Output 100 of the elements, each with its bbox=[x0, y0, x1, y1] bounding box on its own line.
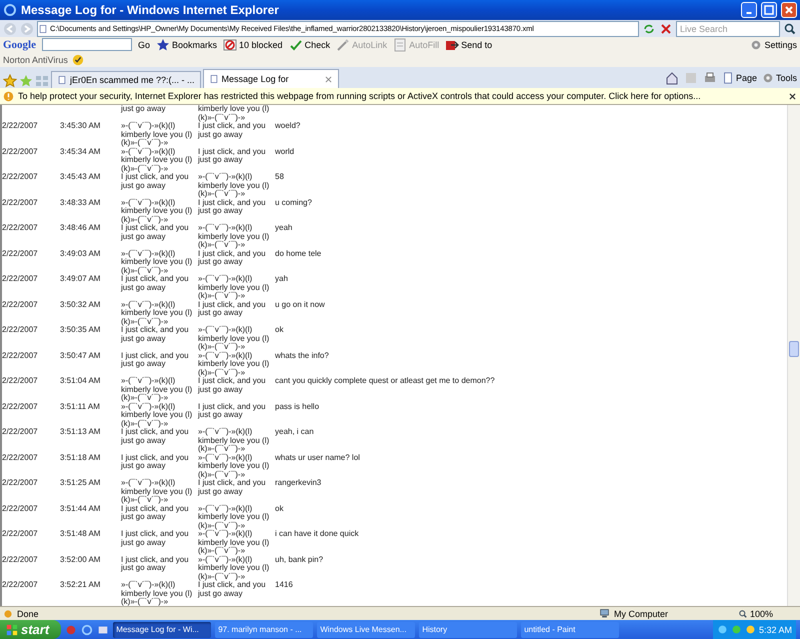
maximize-button[interactable] bbox=[761, 2, 777, 18]
log-cell-text: »-(¯`v´¯)-»(k)(l) kimberly love you (l) (k)»-(¯`v´¯)-» bbox=[198, 352, 270, 377]
start-button[interactable]: start bbox=[0, 620, 62, 639]
log-cell-text: I just click, and you just go away bbox=[121, 504, 190, 523]
search-icon[interactable] bbox=[783, 22, 797, 36]
log-cell-text: 3:45:30 AM bbox=[60, 122, 102, 132]
toolbar-button[interactable]: Send to bbox=[445, 38, 492, 52]
log-cell-text: 2/22/2007 bbox=[2, 504, 39, 514]
log-cell-text: I just click, and you just go away bbox=[198, 198, 267, 217]
log-cell-text: 2/22/2007 bbox=[2, 275, 39, 285]
log-cell-text: I just click, and you just go away bbox=[121, 326, 190, 345]
close-icon[interactable] bbox=[788, 92, 797, 100]
zoom-button[interactable]: 100% bbox=[738, 608, 773, 618]
close-button[interactable] bbox=[781, 2, 797, 18]
log-cell-text: u coming? bbox=[275, 198, 313, 209]
taskbar-button[interactable]: Windows Live Messen... bbox=[317, 622, 416, 638]
log-cell-text: 3:52:00 AM bbox=[60, 556, 102, 566]
taskbar-button[interactable]: History bbox=[419, 622, 518, 638]
browser-icon bbox=[3, 3, 17, 17]
log-cell-text: woeld? bbox=[275, 122, 302, 132]
tray-icon[interactable] bbox=[730, 624, 742, 635]
close-icon bbox=[784, 5, 794, 15]
browser-icon[interactable] bbox=[81, 624, 94, 636]
scrollbar[interactable] bbox=[787, 105, 800, 606]
status-text: Done bbox=[17, 608, 40, 618]
window-icon[interactable] bbox=[97, 624, 110, 636]
log-cell-text: 2/22/2007 bbox=[2, 173, 39, 183]
log-cell-text: ok bbox=[275, 326, 284, 336]
page-icon bbox=[208, 74, 219, 84]
log-cell-text: 3:51:04 AM bbox=[60, 377, 102, 387]
log-cell-text: I just click, and you just go away bbox=[198, 581, 267, 600]
tray-icon[interactable] bbox=[744, 624, 756, 635]
taskbar-button[interactable]: untitled - Paint bbox=[521, 622, 620, 638]
log-cell-text: yah bbox=[275, 275, 289, 285]
log-cell-text: 2/22/2007 bbox=[2, 198, 39, 208]
toolbar-label: Norton AntiVirus bbox=[3, 54, 68, 64]
page-icon bbox=[722, 72, 734, 84]
log-cell-text: cant you quickly complete quest or atleast get me to demon?? bbox=[275, 377, 496, 387]
log-cell-text: 2/22/2007 bbox=[2, 326, 39, 336]
go-button[interactable]: Go bbox=[138, 40, 150, 50]
log-cell-text: 3:48:46 AM bbox=[60, 224, 102, 234]
information-bar[interactable]: To help protect your security, Internet Explorer has restricted this webpage from running scripts or ActiveX controls that could access your computer. Click here for options... bbox=[0, 88, 800, 105]
log-cell-text: »-(¯`v´¯)-»(k)(l) kimberly love you (l) (k)»-(¯`v´¯)-» bbox=[198, 173, 270, 198]
log-cell-text: u go on it now bbox=[275, 300, 326, 311]
spellcheck-icon[interactable] bbox=[288, 38, 303, 52]
log-cell-text: 3:51:48 AM bbox=[60, 530, 102, 540]
blocked-popup-icon[interactable] bbox=[223, 38, 238, 52]
log-cell-text: 58 bbox=[275, 173, 285, 183]
log-cell-text: 3:49:07 AM bbox=[60, 275, 102, 285]
star-icon[interactable] bbox=[156, 38, 170, 52]
page-icon bbox=[57, 75, 67, 85]
log-cell-text: 3:49:03 AM bbox=[60, 250, 102, 260]
home-icon[interactable] bbox=[664, 70, 679, 84]
log-cell-text: »-(¯`v´¯)-»(k)(l) kimberly love you (l) (k)»-(¯`v´¯)-» bbox=[121, 377, 194, 402]
log-cell-text: I just click, and you just go away bbox=[121, 173, 190, 192]
log-cell-text: whats the info? bbox=[275, 352, 330, 362]
shield-icon[interactable] bbox=[72, 54, 84, 66]
minimize-icon bbox=[746, 12, 752, 14]
log-cell-text: 2/22/2007 bbox=[2, 377, 39, 387]
log-cell-text: 2/22/2007 bbox=[2, 581, 39, 591]
log-cell-text: I just click, and you just go away bbox=[198, 122, 267, 141]
settings-button[interactable]: Settings bbox=[750, 38, 797, 50]
clock: 5:32 AM bbox=[758, 624, 792, 634]
toolbar-button[interactable]: 10 blocked bbox=[223, 38, 283, 52]
browser-tab[interactable]: jEr0En scammed me ??:(... - ... bbox=[51, 71, 201, 88]
log-cell-text: 3:51:18 AM bbox=[60, 454, 102, 464]
stop-icon[interactable] bbox=[659, 22, 673, 36]
print-icon[interactable] bbox=[702, 70, 717, 84]
favorites-star-icon[interactable] bbox=[3, 74, 17, 88]
log-cell-text: 3:45:34 AM bbox=[60, 148, 102, 158]
gear-icon bbox=[762, 72, 774, 84]
log-cell-text: just go away bbox=[121, 105, 166, 115]
log-cell-text: 3:50:32 AM bbox=[60, 300, 102, 310]
log-cell-text: I just click, and you just go away bbox=[198, 377, 267, 396]
minimize-button[interactable] bbox=[741, 2, 757, 18]
log-cell-text: »-(¯`v´¯)-»(k)(l) kimberly love you (l) (k)»-(¯`v´¯)-» bbox=[121, 198, 194, 224]
taskbar-button[interactable]: 97. marilyn manson - ... bbox=[215, 622, 314, 638]
tray-icon[interactable] bbox=[716, 624, 728, 635]
log-cell-text: uh, bank pin? bbox=[275, 556, 324, 566]
done-icon bbox=[3, 608, 13, 618]
log-cell-text: I just click, and you just go away bbox=[198, 250, 267, 268]
log-cell-text: »-(¯`v´¯)-»(k)(l) kimberly love you (l) (k)»-(¯`v´¯)-» bbox=[121, 122, 194, 148]
taskbar-button[interactable]: Message Log for - Wi... bbox=[113, 622, 212, 638]
log-cell-text: »-(¯`v´¯)-»(k)(l) kimberly love you (l) (k)»-(¯`v´¯)-» bbox=[121, 402, 194, 428]
toolbar-button[interactable]: Check bbox=[288, 38, 330, 52]
log-cell-text: »-(¯`v´¯)-»(k)(l) kimberly love you (l) (k)»-(¯`v´¯)-» bbox=[198, 275, 270, 300]
google-logo: Google bbox=[3, 38, 36, 50]
log-cell-text: »-(¯`v´¯)-»(k)(l) kimberly love you (l) (k)»-(¯`v´¯)-» bbox=[121, 300, 194, 326]
log-cell-text: 2/22/2007 bbox=[2, 352, 39, 362]
browser-tab[interactable]: Message Log for bbox=[202, 69, 339, 88]
page-icon bbox=[38, 24, 48, 34]
toolbar-button[interactable]: Bookmarks bbox=[156, 38, 218, 52]
google-search-field[interactable] bbox=[42, 38, 132, 51]
search-field[interactable]: Live Search bbox=[676, 20, 780, 36]
magnifier-icon bbox=[738, 608, 748, 618]
page-menu-button[interactable]: Page bbox=[722, 72, 757, 84]
tools-menu-button[interactable]: Tools bbox=[762, 72, 797, 84]
log-cell-text: I just click, and you just go away bbox=[198, 402, 267, 421]
log-cell-text: 3:45:43 AM bbox=[60, 173, 102, 183]
log-cell-text: yeah bbox=[275, 224, 294, 234]
